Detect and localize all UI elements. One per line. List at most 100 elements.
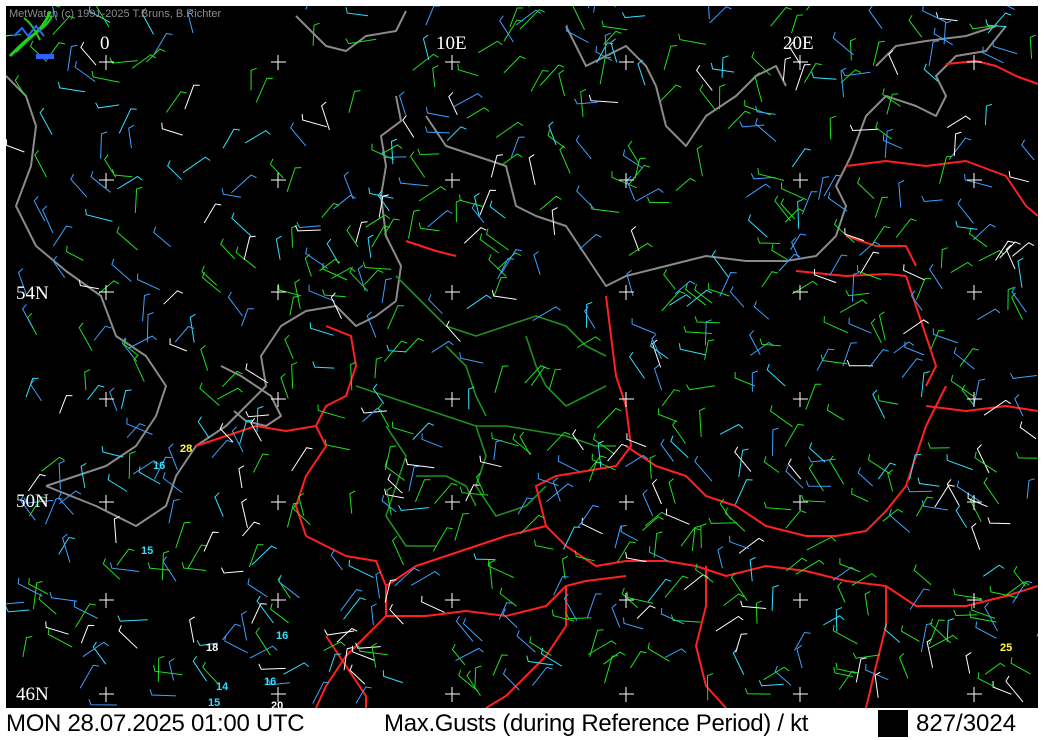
longitude-label-20e: 20E	[783, 33, 814, 54]
wind-barb	[162, 472, 183, 493]
wind-barb	[968, 227, 988, 248]
wind-barb	[1011, 292, 1023, 320]
wind-barb	[878, 311, 886, 341]
wind-barb	[168, 499, 180, 524]
wind-barb	[590, 203, 620, 213]
wind-barb	[772, 427, 779, 456]
wind-barb	[631, 318, 656, 335]
wind-barb	[696, 145, 703, 177]
state-borders	[355, 275, 616, 547]
wind-barb	[239, 419, 253, 444]
wind-barb	[530, 69, 549, 92]
grid-cross	[99, 392, 114, 407]
wind-barb	[389, 603, 404, 625]
wind-barb	[729, 535, 750, 550]
wind-barb	[721, 55, 729, 78]
country-border	[625, 385, 947, 537]
wind-barb	[629, 651, 647, 669]
grid-cross	[967, 285, 982, 300]
grid-cross	[967, 173, 982, 188]
wind-barb	[128, 451, 136, 479]
coastline	[220, 365, 282, 427]
wind-barb	[648, 546, 668, 562]
status-separator	[878, 710, 908, 737]
wind-barb	[165, 91, 187, 113]
wind-barb	[377, 190, 390, 212]
wind-barb	[374, 356, 383, 379]
country-border	[485, 586, 567, 708]
wind-barb	[235, 246, 257, 269]
wind-barb	[453, 92, 483, 108]
wind-barb	[417, 148, 440, 156]
wind-barb	[187, 544, 208, 569]
wind-barb	[1005, 675, 1024, 703]
wind-barb	[593, 6, 596, 13]
wind-barb	[661, 389, 681, 407]
wind-barb	[548, 121, 557, 146]
station-value: 16	[276, 630, 289, 642]
wind-barb	[955, 505, 968, 528]
wind-barb	[699, 407, 706, 438]
wind-barb	[231, 174, 257, 194]
wind-barb	[790, 233, 807, 251]
wind-barb	[809, 442, 826, 463]
wind-barb	[175, 521, 191, 549]
wind-barb	[808, 463, 824, 492]
grid-cross	[445, 593, 460, 608]
wind-barb	[117, 175, 143, 190]
country-border	[305, 535, 387, 708]
wind-barb	[189, 616, 195, 643]
wind-barb	[946, 115, 971, 129]
wind-barb	[849, 124, 878, 132]
wind-barb	[270, 603, 289, 624]
wind-barb	[848, 317, 872, 334]
wind-barb	[312, 361, 335, 369]
wind-barb	[382, 670, 403, 684]
wind-barb	[660, 607, 685, 625]
wind-barb	[857, 467, 874, 487]
wind-barb	[128, 124, 135, 149]
wind-barb	[516, 630, 536, 653]
wind-barb	[647, 578, 672, 602]
wind-barb	[375, 571, 382, 599]
wind-barb	[976, 444, 990, 474]
wind-barb	[107, 473, 128, 492]
wind-barb	[558, 69, 566, 97]
state-border	[475, 425, 547, 517]
wind-barb	[928, 634, 958, 649]
wind-barb	[418, 222, 440, 232]
wind-barb	[895, 218, 917, 238]
station-value: 18	[206, 642, 219, 654]
wind-barb	[946, 454, 973, 471]
station-value: 25	[1000, 642, 1013, 654]
wind-barb	[33, 195, 46, 222]
wind-barb	[1011, 242, 1035, 257]
weather-map[interactable]: MetWatch (c) 1991-2025 T.Bruns, B.Richte…	[6, 6, 1038, 708]
wind-barb	[723, 593, 745, 606]
wind-barb	[534, 539, 554, 550]
wind-barb	[603, 651, 626, 665]
wind-barb	[305, 6, 308, 10]
wind-barb	[898, 653, 909, 679]
grid-cross	[99, 173, 114, 188]
wind-barb	[120, 389, 132, 409]
wind-barb	[398, 177, 429, 187]
wind-barb	[390, 138, 398, 165]
wind-barb	[284, 334, 294, 359]
metwatch-logo-icon	[8, 11, 54, 59]
wind-barb	[900, 625, 920, 642]
wind-barb	[539, 195, 562, 211]
grid-cross	[619, 285, 634, 300]
wind-barb	[22, 636, 33, 658]
wind-barb	[948, 137, 972, 160]
wind-barb	[203, 203, 222, 224]
wind-barb	[78, 279, 99, 290]
wind-barb	[405, 458, 435, 469]
grid-cross	[99, 593, 114, 608]
wind-barb	[301, 113, 327, 128]
grid-cross	[793, 687, 808, 702]
wind-barb	[711, 250, 730, 278]
wind-barb	[694, 316, 721, 324]
wind-barb	[663, 45, 677, 70]
wind-barb	[840, 69, 862, 84]
